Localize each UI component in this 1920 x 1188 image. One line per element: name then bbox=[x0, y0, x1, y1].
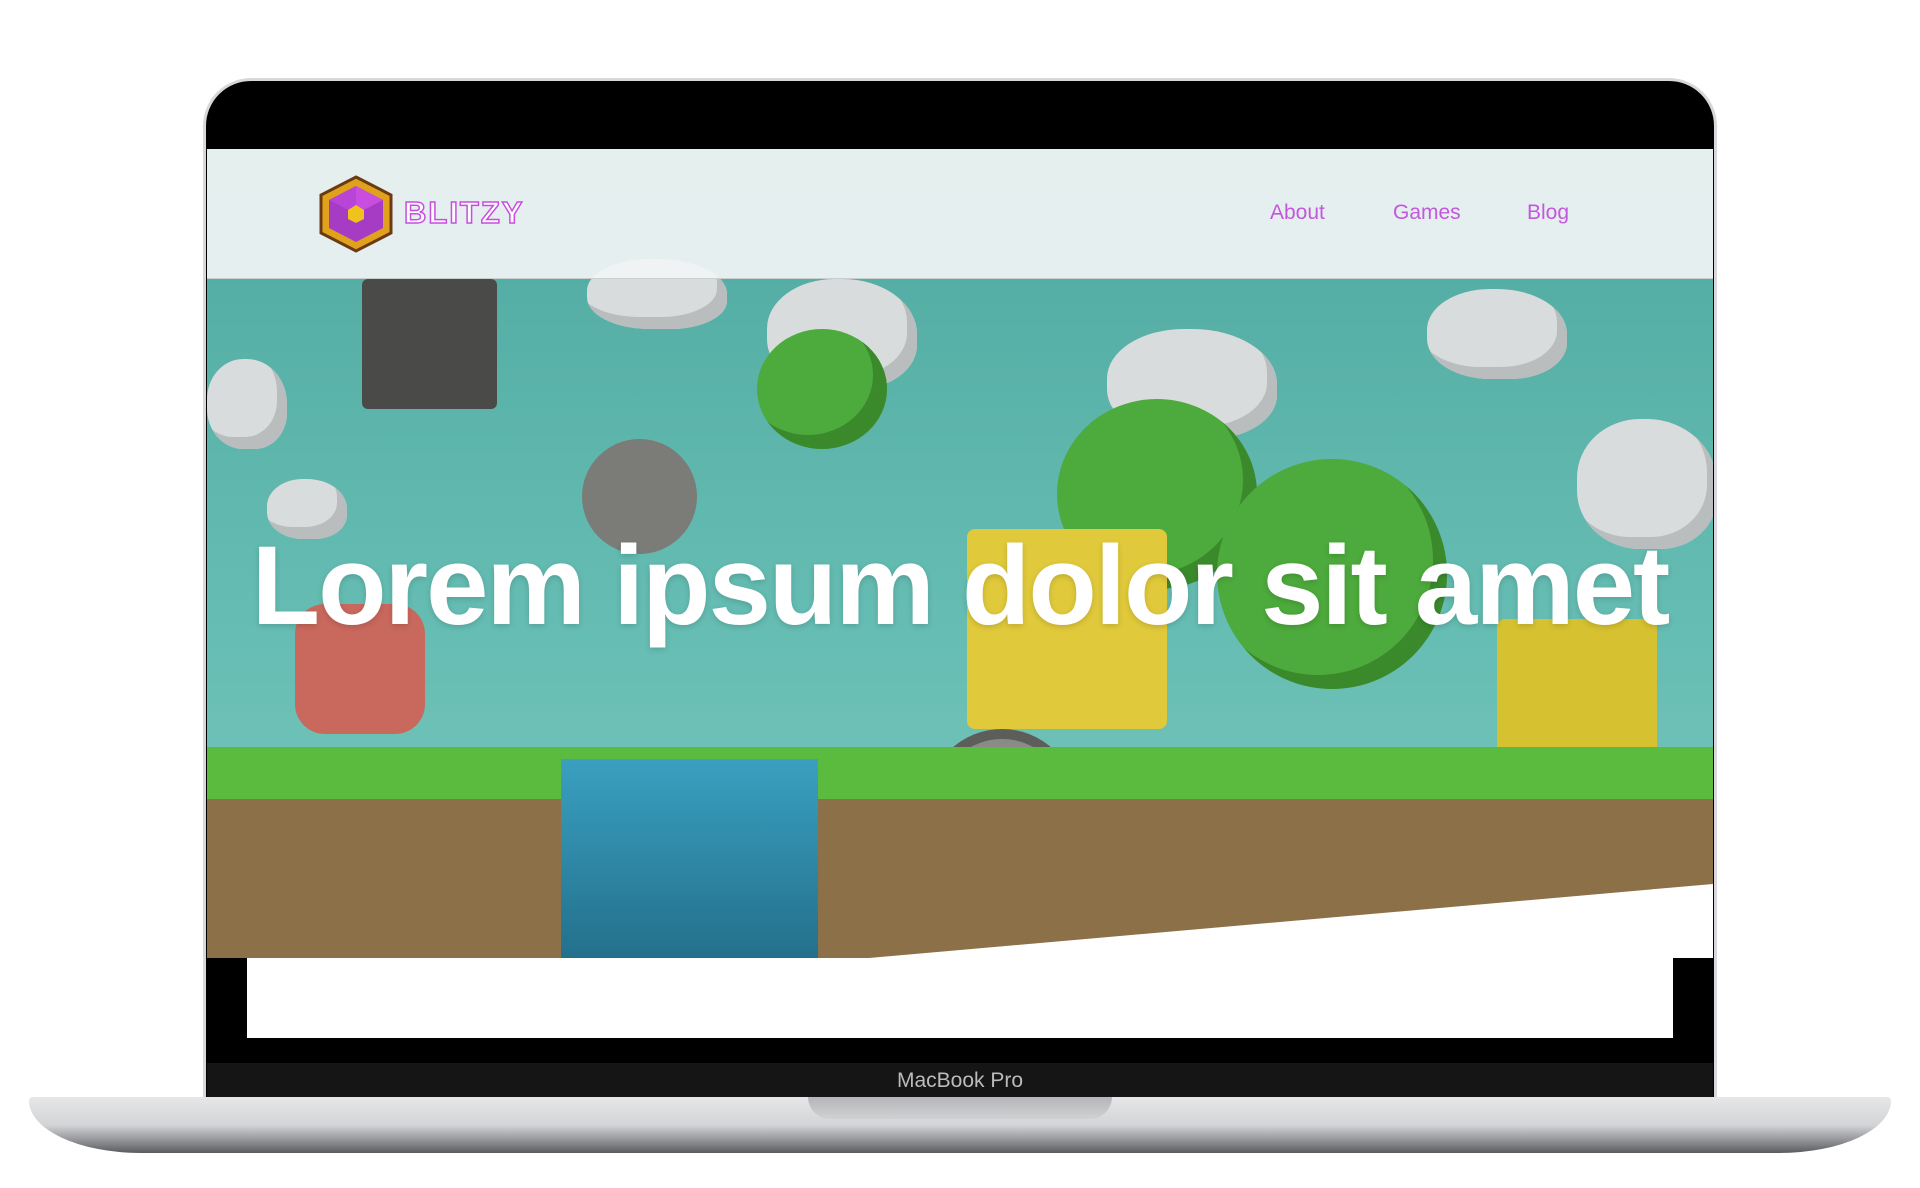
laptop-notch bbox=[808, 1097, 1112, 1119]
nav-games[interactable]: Games bbox=[1393, 201, 1461, 225]
site-header: BLITZY About Games Blog bbox=[207, 149, 1713, 279]
nav-blog[interactable]: Blog bbox=[1527, 201, 1569, 225]
page-content-area bbox=[247, 958, 1673, 1038]
website-screen: BLITZY About Games Blog Lorem ipsum dolo… bbox=[207, 149, 1713, 958]
hero-headline: Lorem ipsum dolor sit amet bbox=[251, 523, 1671, 648]
device-label: MacBook Pro bbox=[896, 1069, 1024, 1092]
logo-hexagon-icon[interactable] bbox=[318, 175, 394, 253]
brand-name: BLITZY bbox=[403, 194, 525, 231]
nav-about[interactable]: About bbox=[1270, 201, 1325, 225]
laptop-chin: MacBook Pro bbox=[207, 1063, 1713, 1099]
